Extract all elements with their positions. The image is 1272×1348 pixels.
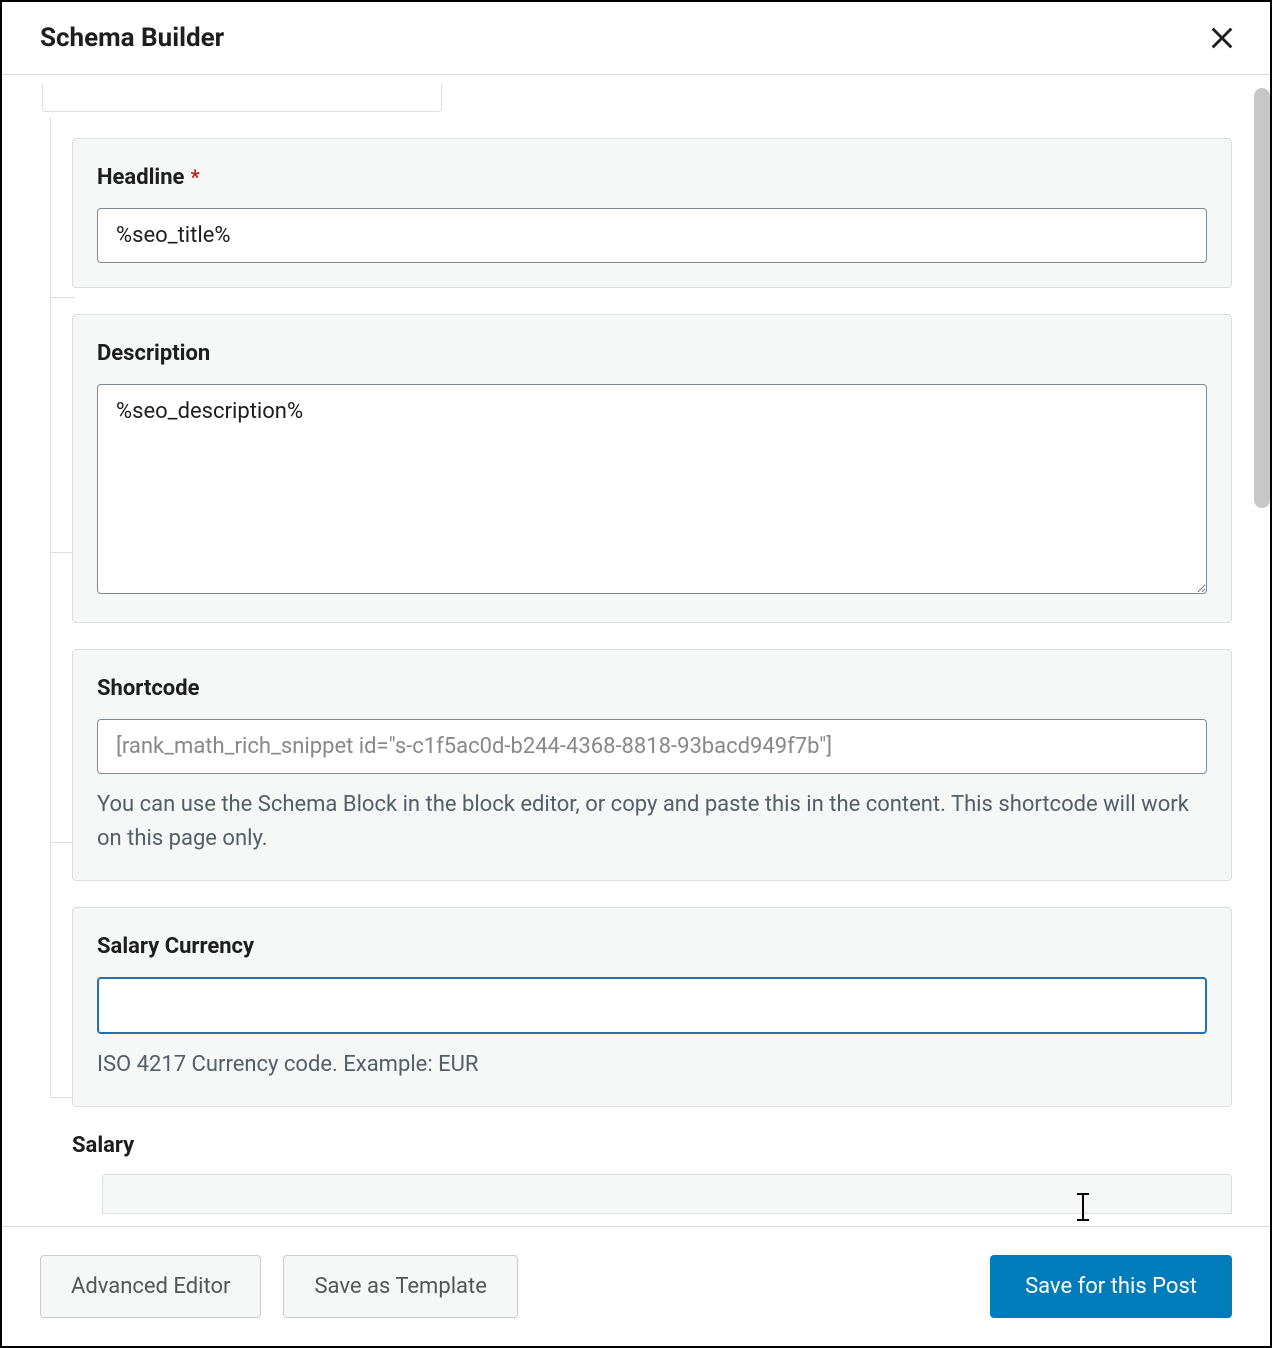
tree-connector bbox=[50, 843, 74, 1098]
form-scroll-area[interactable]: Headline * Description Shortcode You can… bbox=[2, 84, 1270, 1226]
required-indicator: * bbox=[190, 165, 199, 189]
field-salary-partial bbox=[102, 1174, 1232, 1214]
tree-connector bbox=[50, 118, 74, 298]
field-label: Salary Currency bbox=[97, 934, 1207, 959]
shortcode-input[interactable] bbox=[97, 719, 1207, 774]
modal-footer: Advanced Editor Save as Template Save fo… bbox=[2, 1226, 1270, 1346]
field-label: Description bbox=[97, 341, 1207, 366]
description-textarea[interactable] bbox=[97, 384, 1207, 594]
headline-input[interactable] bbox=[97, 208, 1207, 263]
save-as-template-button[interactable]: Save as Template bbox=[283, 1255, 517, 1318]
scrollbar-thumb[interactable] bbox=[1254, 88, 1270, 508]
salary-currency-helper: ISO 4217 Currency code. Example: EUR bbox=[97, 1048, 1207, 1082]
salary-currency-input[interactable] bbox=[97, 977, 1207, 1034]
label-text: Salary Currency bbox=[97, 934, 254, 959]
field-salary-currency: Salary Currency ISO 4217 Currency code. … bbox=[72, 907, 1232, 1107]
modal-title: Schema Builder bbox=[40, 23, 224, 53]
tree-connector bbox=[50, 553, 74, 843]
label-text: Headline bbox=[97, 165, 184, 190]
field-description: Description bbox=[72, 314, 1232, 623]
field-label: Shortcode bbox=[97, 676, 1207, 701]
modal-header: Schema Builder bbox=[2, 2, 1270, 75]
advanced-editor-button[interactable]: Advanced Editor bbox=[40, 1255, 261, 1318]
close-icon bbox=[1208, 24, 1236, 52]
tree-connector bbox=[50, 298, 74, 553]
field-shortcode: Shortcode You can use the Schema Block i… bbox=[72, 649, 1232, 881]
label-text: Shortcode bbox=[97, 676, 199, 701]
salary-heading: Salary bbox=[72, 1133, 1232, 1158]
field-label: Headline * bbox=[97, 165, 1207, 190]
field-headline: Headline * bbox=[72, 138, 1232, 288]
partial-field-top bbox=[42, 84, 442, 112]
label-text: Description bbox=[97, 341, 210, 366]
save-for-post-button[interactable]: Save for this Post bbox=[990, 1255, 1232, 1318]
shortcode-helper: You can use the Schema Block in the bloc… bbox=[97, 788, 1207, 856]
close-button[interactable] bbox=[1204, 20, 1240, 56]
